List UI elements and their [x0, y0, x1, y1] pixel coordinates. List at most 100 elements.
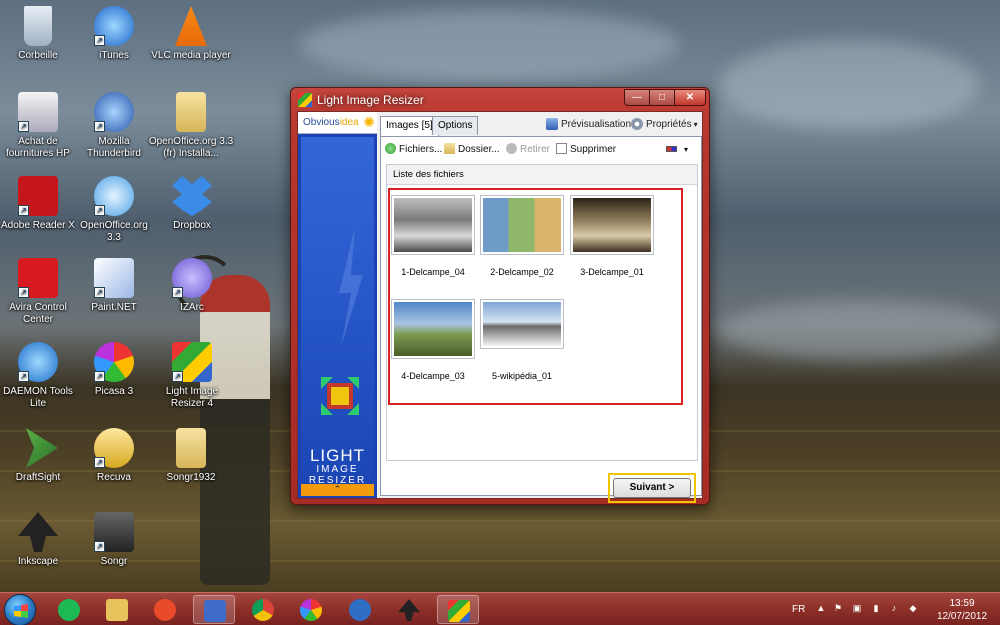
volume-icon[interactable]: ♪: [889, 603, 899, 613]
brand-line-2: IMAGE: [316, 464, 359, 475]
view-mode-dropdown[interactable]: ▾: [666, 143, 688, 157]
desktop-icon-label: Inkscape: [17, 556, 59, 567]
tab-options[interactable]: Options: [432, 116, 479, 135]
chevron-down-icon: ▾: [684, 145, 689, 154]
light-image-resizer-icon: ↗: [172, 342, 212, 382]
desktop-icon-songr1932[interactable]: Songr1932: [148, 428, 234, 484]
desktop-icon-avira[interactable]: ↗ Avira Control Center: [0, 258, 76, 326]
clock-date: 12/07/2012: [936, 611, 988, 622]
folder-icon: [176, 428, 206, 468]
desktop-icon-label: OpenOffice.org 3.3 (fr) Installa...: [148, 136, 234, 159]
desktop-icon-dropbox[interactable]: Dropbox: [154, 176, 230, 232]
taskbar-item-picasa[interactable]: [290, 595, 332, 624]
desktop-icon-draftsight[interactable]: DraftSight: [0, 428, 76, 484]
thumbnail-item[interactable]: 3-Delcampe_01: [569, 195, 655, 277]
desktop-icon-paintnet[interactable]: ↗ Paint.NET: [76, 258, 152, 314]
taskbar-item-spotify[interactable]: [48, 595, 90, 624]
brand-panel: LIGHT IMAGE RESIZER: [301, 137, 374, 486]
thumbnail-caption: 1-Delcampe_04: [401, 267, 465, 277]
remove-label: Retirer: [520, 144, 551, 155]
preview-icon: [546, 118, 558, 131]
add-folder-button[interactable]: Dossier...: [444, 143, 500, 157]
picasa-icon: [300, 599, 322, 621]
taskbar-item-chrome[interactable]: [242, 595, 284, 624]
desktop-icon-izarc[interactable]: ↗ IZArc: [154, 258, 230, 314]
songr-icon: ↗: [94, 512, 134, 552]
desktop-icon-label: Paint.NET: [91, 302, 137, 313]
izarc-icon: ↗: [172, 258, 212, 298]
flag-icon[interactable]: ⚑: [833, 603, 843, 613]
desktop-icon-recuva[interactable]: ↗ Recuva: [76, 428, 152, 484]
next-button[interactable]: Suivant >: [613, 478, 691, 498]
desktop-icon-itunes[interactable]: ↗ iTunes: [76, 6, 152, 62]
folder-add-icon: [444, 143, 455, 154]
desktop-icon-label: Mozilla Thunderbird: [87, 136, 141, 159]
desktop-icon-inkscape[interactable]: Inkscape: [0, 512, 76, 568]
clock[interactable]: 13:59 12/07/2012: [934, 597, 990, 623]
explorer-folder-icon: [106, 599, 128, 621]
draftsight-icon: [26, 428, 58, 468]
desktop-icon-songr[interactable]: ↗ Songr: [76, 512, 152, 568]
desktop-icon-daemon-tools[interactable]: ↗ DAEMON Tools Lite: [0, 342, 76, 410]
add-folder-label: Dossier...: [458, 144, 500, 155]
windows-logo-icon: [14, 604, 28, 618]
desktop-icon-openoffice[interactable]: ↗ OpenOffice.org 3.3: [76, 176, 152, 244]
language-indicator[interactable]: FR: [792, 604, 805, 615]
start-button[interactable]: [4, 594, 36, 625]
desktop-icon-adobe-reader[interactable]: ↗ Adobe Reader X: [0, 176, 76, 232]
thunderbird-icon: ↗: [94, 92, 134, 132]
obviousidea-logo[interactable]: Obviousidea ✺: [298, 112, 377, 134]
minimize-button[interactable]: —: [624, 89, 650, 106]
taskbar-item-headphones[interactable]: [144, 595, 186, 624]
desktop-icon-label: Corbeille: [18, 50, 58, 61]
taskbar-item-thunderbird[interactable]: [339, 595, 381, 624]
desktop-icon-vlc[interactable]: VLC media player: [148, 6, 234, 62]
window-title: Light Image Resizer: [317, 93, 424, 107]
desktop-icon-openoffice-install[interactable]: OpenOffice.org 3.3 (fr) Installa...: [148, 92, 234, 160]
thumbnail-item[interactable]: 4-Delcampe_03: [390, 299, 476, 381]
taskbar-item-inkscape[interactable]: [388, 595, 430, 624]
thumbnail-caption: 2-Delcampe_02: [490, 267, 554, 277]
properties-button[interactable]: Propriétés ▾: [631, 117, 698, 133]
thumbnail-item[interactable]: 1-Delcampe_04: [390, 195, 476, 277]
desktop-icon-label: DAEMON Tools Lite: [3, 386, 73, 409]
gear-icon: [631, 118, 643, 131]
desktop-icon-corbeille[interactable]: Corbeille: [0, 6, 76, 62]
dropbox-icon[interactable]: ◆: [908, 603, 918, 613]
file-list: Liste des fichiers 1-Delcampe_04 2-Delca…: [386, 164, 698, 461]
light-image-resizer-icon: [448, 600, 470, 622]
desktop-icon-light-image-resizer[interactable]: ↗ Light Image Resizer 4: [154, 342, 230, 410]
tab-images[interactable]: Images [5]: [380, 116, 439, 136]
chevron-down-icon: ▾: [693, 120, 698, 129]
desktop-icon-hp[interactable]: ↗ Achat de fournitures HP: [0, 92, 76, 160]
paintnet-icon: ↗: [94, 258, 134, 298]
signal-icon[interactable]: ▮: [871, 603, 881, 613]
taskbar-item-explorer[interactable]: [96, 595, 138, 624]
collapse-chevron-icon[interactable]: ⌃: [301, 484, 374, 496]
thumbnail-item[interactable]: 5-wikipédia_01: [479, 299, 565, 381]
headphones-icon: [154, 599, 176, 621]
document-icon: [556, 143, 567, 154]
desktop-icon-label: Recuva: [97, 472, 131, 483]
desktop-icon-label: Dropbox: [173, 220, 211, 231]
show-hidden-icons-icon[interactable]: ▲: [816, 603, 826, 613]
desktop-icon-picasa[interactable]: ↗ Picasa 3: [76, 342, 152, 398]
maximize-button[interactable]: □: [649, 89, 675, 106]
thumbnail-item[interactable]: 2-Delcampe_02: [479, 195, 565, 277]
light-image-resizer-window: Light Image Resizer — □ ✕ Obviousidea ✺: [290, 87, 710, 505]
lightbulb-icon: ✺: [363, 114, 375, 130]
remove-icon: [506, 143, 517, 154]
desktop-icon-thunderbird[interactable]: ↗ Mozilla Thunderbird: [76, 92, 152, 160]
preview-button[interactable]: Prévisualisation: [546, 117, 631, 133]
close-button[interactable]: ✕: [674, 89, 706, 106]
taskbar-item-light-image-resizer[interactable]: [437, 595, 479, 624]
add-files-button[interactable]: Fichiers...: [385, 143, 442, 157]
thumbnail-caption: 5-wikipédia_01: [491, 371, 553, 381]
desktop-icon-label: Adobe Reader X: [1, 220, 75, 231]
remove-button[interactable]: Retirer: [506, 143, 550, 157]
taskbar-item-paintnet[interactable]: [193, 595, 235, 624]
network-icon[interactable]: ▣: [852, 603, 862, 613]
next-button-highlight: Suivant >: [608, 473, 696, 503]
delete-button[interactable]: Supprimer: [556, 143, 616, 157]
thumbnail-caption: 3-Delcampe_01: [580, 267, 644, 277]
